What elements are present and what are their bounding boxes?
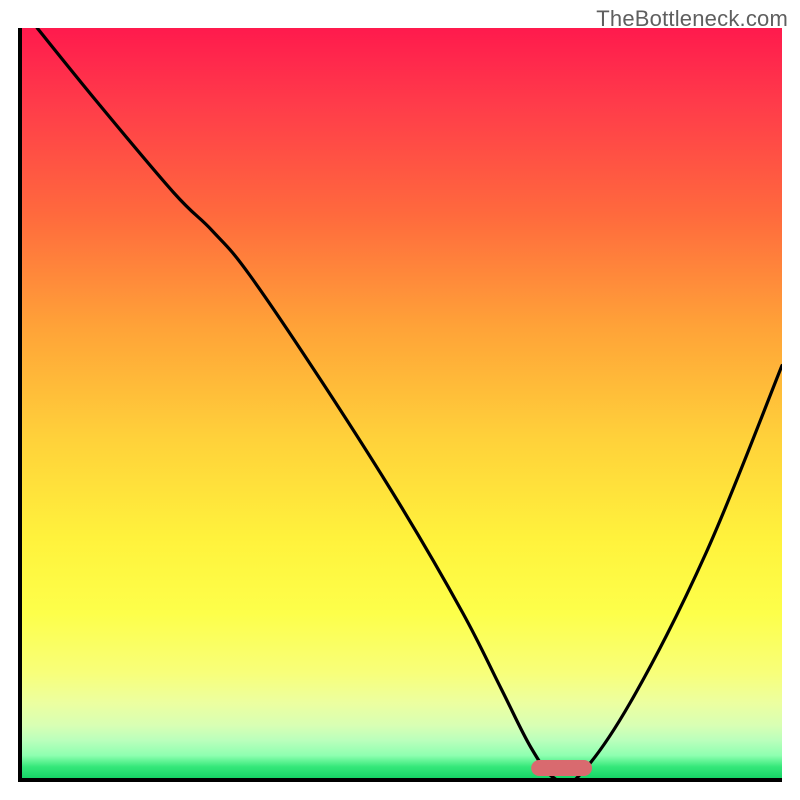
- plot-area: [18, 28, 782, 782]
- bottleneck-chart: TheBottleneck.com: [0, 0, 800, 800]
- bottleneck-curve: [37, 28, 782, 782]
- optimum-marker: [531, 760, 592, 776]
- watermark-text: TheBottleneck.com: [596, 6, 788, 32]
- chart-svg: [22, 28, 782, 778]
